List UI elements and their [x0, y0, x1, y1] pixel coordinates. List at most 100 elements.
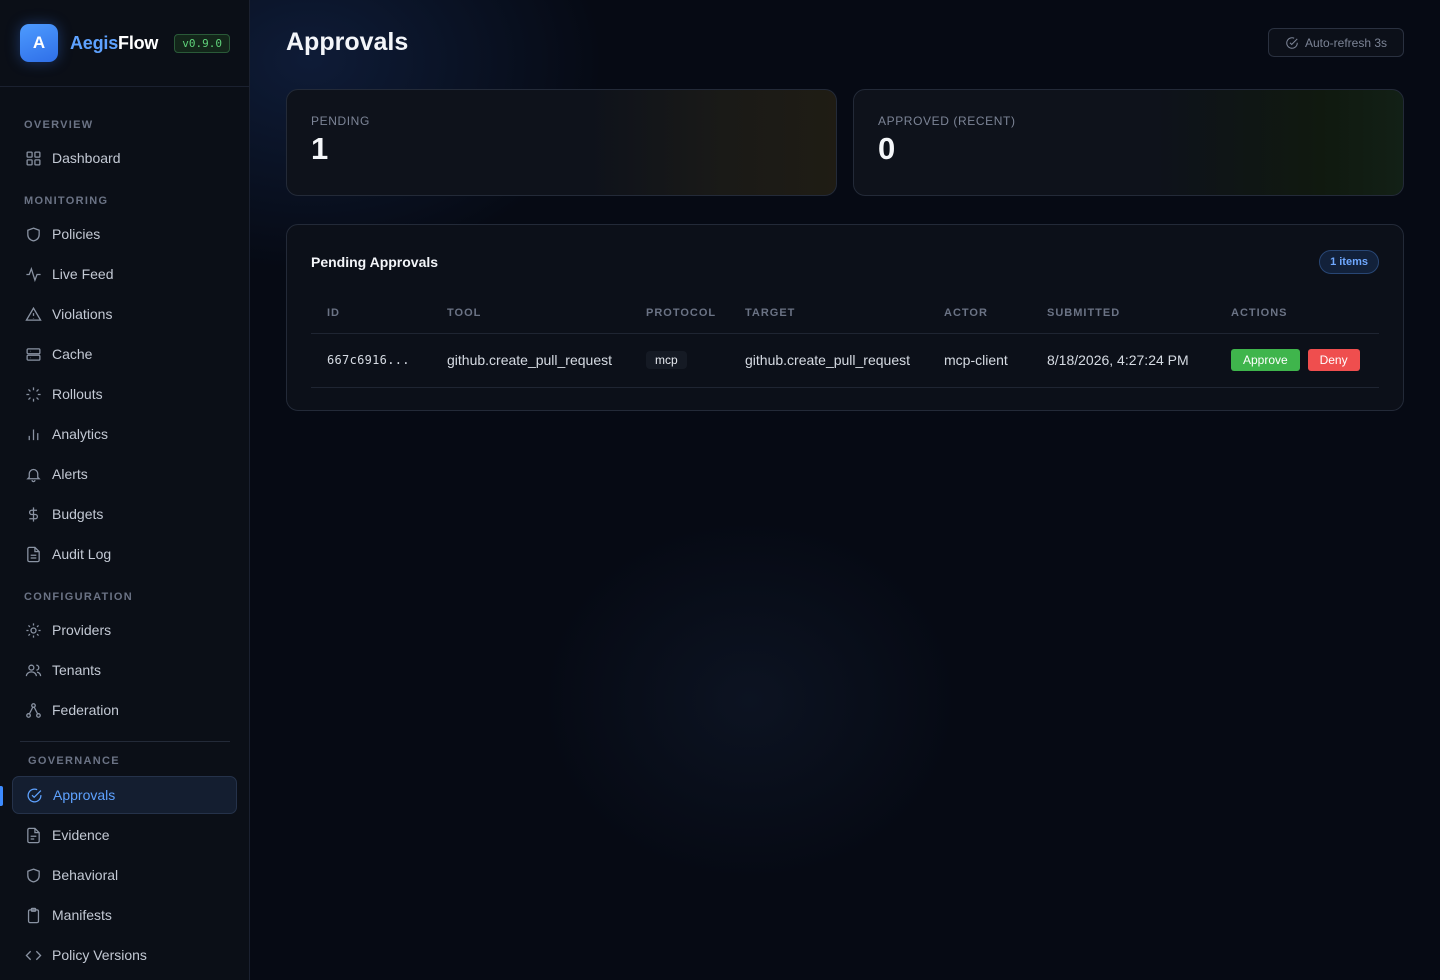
- bell-icon: [24, 465, 42, 483]
- code-icon: [24, 946, 42, 964]
- version-badge: v0.9.0: [174, 33, 230, 53]
- clipboard-icon: [24, 906, 42, 924]
- sidebar-item-manifests[interactable]: Manifests: [12, 896, 237, 934]
- sidebar-item-label: Approvals: [53, 787, 116, 803]
- section-label-configuration: CONFIGURATION: [24, 591, 133, 603]
- sidebar-item-federation[interactable]: Federation: [12, 691, 237, 729]
- check-circle-icon: [25, 786, 43, 804]
- app-name-part1: Aegis: [70, 32, 119, 53]
- file-text-icon: [24, 545, 42, 563]
- sidebar-item-policies[interactable]: Policies: [12, 215, 237, 253]
- stat-value: 1: [311, 131, 329, 166]
- sidebar-item-label: Live Feed: [52, 266, 114, 282]
- cell-protocol: mcp: [630, 333, 729, 388]
- app-name: AegisFlow: [70, 33, 158, 54]
- sidebar: A AegisFlow v0.9.0 OVERVIEW Dashboard MO…: [0, 0, 250, 980]
- network-icon: [24, 701, 42, 719]
- stat-label: APPROVED (RECENT): [878, 114, 1016, 128]
- app-logo[interactable]: A: [20, 24, 58, 62]
- section-label-governance: GOVERNANCE: [28, 755, 120, 767]
- grid-icon: [24, 149, 42, 167]
- table-header-row: ID TOOL PROTOCOL TARGET ACTOR SUBMITTED …: [311, 293, 1379, 334]
- stat-card-approved: APPROVED (RECENT) 0: [853, 89, 1404, 196]
- shield-icon: [24, 866, 42, 884]
- cell-target: github.create_pull_request: [729, 333, 928, 388]
- sidebar-item-label: Dashboard: [52, 150, 121, 166]
- loader-icon: [24, 385, 42, 403]
- section-label-monitoring: MONITORING: [24, 195, 109, 207]
- sidebar-item-tenants[interactable]: Tenants: [12, 651, 237, 689]
- cell-submitted: 8/18/2026, 4:27:24 PM: [1031, 333, 1215, 388]
- column-header-actor[interactable]: ACTOR: [928, 293, 1031, 334]
- approvals-table: ID TOOL PROTOCOL TARGET ACTOR SUBMITTED …: [311, 293, 1379, 388]
- app-name-part2: Flow: [118, 32, 159, 53]
- column-header-target[interactable]: TARGET: [729, 293, 928, 334]
- shield-icon: [24, 225, 42, 243]
- sidebar-item-cache[interactable]: Cache: [12, 335, 237, 373]
- sidebar-item-live-feed[interactable]: Live Feed: [12, 255, 237, 293]
- sidebar-item-evidence[interactable]: Evidence: [12, 816, 237, 854]
- users-icon: [24, 661, 42, 679]
- sidebar-item-label: Audit Log: [52, 546, 112, 562]
- sidebar-item-audit-log[interactable]: Audit Log: [12, 535, 237, 573]
- deny-button[interactable]: Deny: [1307, 349, 1360, 371]
- sidebar-item-label: Federation: [52, 702, 119, 718]
- approve-button[interactable]: Approve: [1231, 349, 1300, 371]
- sidebar-item-label: Providers: [52, 622, 112, 638]
- cell-actor: mcp-client: [928, 333, 1031, 388]
- sidebar-item-dashboard[interactable]: Dashboard: [12, 139, 237, 177]
- sidebar-item-providers[interactable]: Providers: [12, 611, 237, 649]
- activity-icon: [24, 265, 42, 283]
- sidebar-item-label: Evidence: [52, 827, 110, 843]
- auto-refresh-label: Auto-refresh 3s: [1304, 35, 1388, 50]
- sidebar-item-label: Analytics: [52, 426, 109, 442]
- items-count-badge: 1 items: [1319, 250, 1379, 274]
- sidebar-item-violations[interactable]: Violations: [12, 295, 237, 333]
- auto-refresh-indicator[interactable]: Auto-refresh 3s: [1268, 28, 1404, 57]
- sidebar-item-alerts[interactable]: Alerts: [12, 455, 237, 493]
- sidebar-item-label: Tenants: [52, 662, 102, 678]
- page-title: Approvals: [286, 28, 409, 56]
- cell-actions: Approve Deny: [1215, 333, 1379, 388]
- sidebar-item-label: Rollouts: [52, 386, 103, 402]
- protocol-tag: mcp: [646, 351, 687, 369]
- sidebar-item-label: Budgets: [52, 506, 104, 522]
- bar-chart-icon: [24, 425, 42, 443]
- column-header-id[interactable]: ID: [311, 293, 431, 334]
- sidebar-item-behavioral[interactable]: Behavioral: [12, 856, 237, 894]
- stat-value: 0: [878, 131, 896, 166]
- sidebar-item-policy-versions[interactable]: Policy Versions: [12, 936, 237, 974]
- section-label-overview: OVERVIEW: [24, 119, 94, 131]
- panel-title: Pending Approvals: [311, 254, 439, 270]
- sidebar-item-label: Violations: [52, 306, 113, 322]
- cell-tool: github.create_pull_request: [431, 333, 630, 388]
- sun-icon: [24, 621, 42, 639]
- sidebar-item-rollouts[interactable]: Rollouts: [12, 375, 237, 413]
- file-icon: [24, 826, 42, 844]
- active-indicator: [0, 786, 3, 806]
- sidebar-item-label: Cache: [52, 346, 93, 362]
- column-header-actions: ACTIONS: [1215, 293, 1379, 334]
- sidebar-item-label: Manifests: [52, 907, 112, 923]
- column-header-tool[interactable]: TOOL: [431, 293, 630, 334]
- sidebar-item-label: Behavioral: [52, 867, 119, 883]
- sidebar-item-label: Policies: [52, 226, 101, 242]
- warning-triangle-icon: [24, 305, 42, 323]
- dollar-icon: [24, 505, 42, 523]
- sidebar-item-label: Policy Versions: [52, 947, 147, 963]
- sidebar-item-budgets[interactable]: Budgets: [12, 495, 237, 533]
- main-content: Approvals Auto-refresh 3s PENDING 1 APPR…: [250, 0, 1440, 980]
- column-header-protocol[interactable]: PROTOCOL: [630, 293, 729, 334]
- brand-header: A AegisFlow v0.9.0: [0, 0, 249, 87]
- sidebar-item-approvals[interactable]: Approvals: [12, 776, 237, 814]
- pending-approvals-panel: Pending Approvals 1 items ID TOOL PROTOC…: [286, 224, 1404, 411]
- stat-label: PENDING: [311, 114, 370, 128]
- sidebar-item-analytics[interactable]: Analytics: [12, 415, 237, 453]
- table-row[interactable]: 667c6916... github.create_pull_request m…: [311, 333, 1379, 388]
- cell-id: 667c6916...: [311, 333, 431, 388]
- section-divider: [20, 741, 230, 742]
- server-icon: [24, 345, 42, 363]
- check-circle-icon: [1286, 36, 1298, 49]
- stat-card-pending: PENDING 1: [286, 89, 837, 196]
- column-header-submitted[interactable]: SUBMITTED: [1031, 293, 1215, 334]
